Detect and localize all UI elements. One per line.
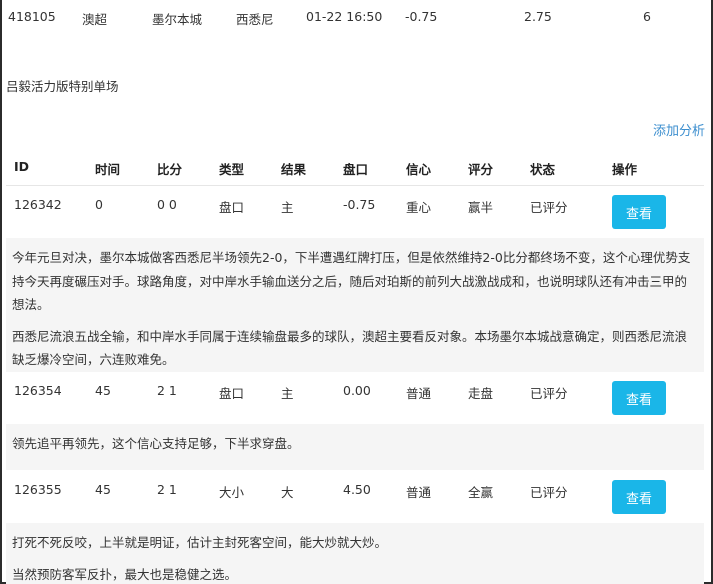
match-id: 418105 xyxy=(8,9,56,24)
row-handicap: 0.00 xyxy=(343,383,371,398)
table-row: 126354 45 2 1 盘口 主 0.00 普通 走盘 已评分 查看 xyxy=(6,372,704,424)
header-action: 操作 xyxy=(612,162,638,177)
row-id: 126342 xyxy=(14,197,62,212)
row-time: 45 xyxy=(95,482,111,497)
note-paragraph: 打死不死反咬，上半就是明证，估计主封死客空间，能大炒就大炒。 xyxy=(12,535,388,550)
section-title: 吕毅活力版特别单场 xyxy=(6,79,119,94)
odds: 2.75 xyxy=(524,9,552,24)
row-id: 126355 xyxy=(14,482,62,497)
row-rating: 走盘 xyxy=(468,386,494,401)
row-status: 已评分 xyxy=(530,200,568,215)
add-analysis-link[interactable]: 添加分析 xyxy=(653,120,705,139)
row-type: 大小 xyxy=(219,485,245,500)
handicap: -0.75 xyxy=(405,9,438,24)
row-confidence: 重心 xyxy=(406,200,432,215)
row-id: 126354 xyxy=(14,383,62,398)
note-paragraph: 西悉尼流浪五战全输，和中岸水手同属于连续输盘最多的球队，澳超主要看反对象。本场墨… xyxy=(12,328,688,368)
header-type: 类型 xyxy=(219,162,245,177)
row-time: 0 xyxy=(95,197,103,212)
home-team: 墨尔本城 xyxy=(152,12,203,27)
note-paragraph: 今年元旦对决，墨尔本城做客西悉尼半场领先2-0，下半遭遇红牌打压，但是依然维持2… xyxy=(12,250,691,312)
league: 澳超 xyxy=(82,12,108,27)
view-button[interactable]: 查看 xyxy=(612,195,666,229)
table-row: 126355 45 2 1 大小 大 4.50 普通 全赢 已评分 查看 xyxy=(6,471,704,523)
header-id: ID xyxy=(14,159,30,174)
top-match-row: 418105 澳超 墨尔本城 西悉尼 01-22 16:50 -0.75 2.7… xyxy=(0,0,713,36)
header-status: 状态 xyxy=(530,162,556,177)
row-rating: 全赢 xyxy=(468,485,494,500)
row-type: 盘口 xyxy=(219,200,245,215)
row-result: 主 xyxy=(281,386,294,401)
header-score: 比分 xyxy=(157,162,183,177)
row-type: 盘口 xyxy=(219,386,245,401)
match-time: 01-22 16:50 xyxy=(306,9,383,24)
away-team: 西悉尼 xyxy=(236,12,274,27)
row-handicap: -0.75 xyxy=(343,197,376,212)
note-paragraph: 当然预防客军反扑，最大也是稳健之选。 xyxy=(12,566,238,582)
row-confidence: 普通 xyxy=(406,386,432,401)
row-score: 2 1 xyxy=(157,383,177,398)
row-status: 已评分 xyxy=(530,485,568,500)
view-button[interactable]: 查看 xyxy=(612,381,666,415)
row-handicap: 4.50 xyxy=(343,482,371,497)
count: 6 xyxy=(643,9,651,24)
row-score: 0 0 xyxy=(157,197,177,212)
row-result: 主 xyxy=(281,200,294,215)
view-button[interactable]: 查看 xyxy=(612,480,666,514)
row-result: 大 xyxy=(281,485,294,500)
header-confidence: 信心 xyxy=(406,162,432,177)
row-time: 45 xyxy=(95,383,111,398)
header-rating: 评分 xyxy=(468,162,494,177)
row-confidence: 普通 xyxy=(406,485,432,500)
header-handicap: 盘口 xyxy=(343,162,369,177)
row-status: 已评分 xyxy=(530,386,568,401)
note-paragraph: 领先追平再领先，这个信心支持足够，下半求穿盘。 xyxy=(12,436,300,451)
analysis-note: 打死不死反咬，上半就是明证，估计主封死客空间，能大炒就大炒。 当然预防客军反扑，… xyxy=(6,523,704,584)
analysis-note: 领先追平再领先，这个信心支持足够，下半求穿盘。 xyxy=(6,424,704,470)
table-row: 126342 0 0 0 盘口 主 -0.75 重心 赢半 已评分 查看 xyxy=(6,186,704,238)
row-score: 2 1 xyxy=(157,482,177,497)
analysis-note: 今年元旦对决，墨尔本城做客西悉尼半场领先2-0，下半遭遇红牌打压，但是依然维持2… xyxy=(6,238,704,372)
header-result: 结果 xyxy=(281,162,307,177)
header-time: 时间 xyxy=(95,162,121,177)
table-header: ID 时间 比分 类型 结果 盘口 信心 评分 状态 操作 xyxy=(6,150,704,186)
row-rating: 赢半 xyxy=(468,200,494,215)
